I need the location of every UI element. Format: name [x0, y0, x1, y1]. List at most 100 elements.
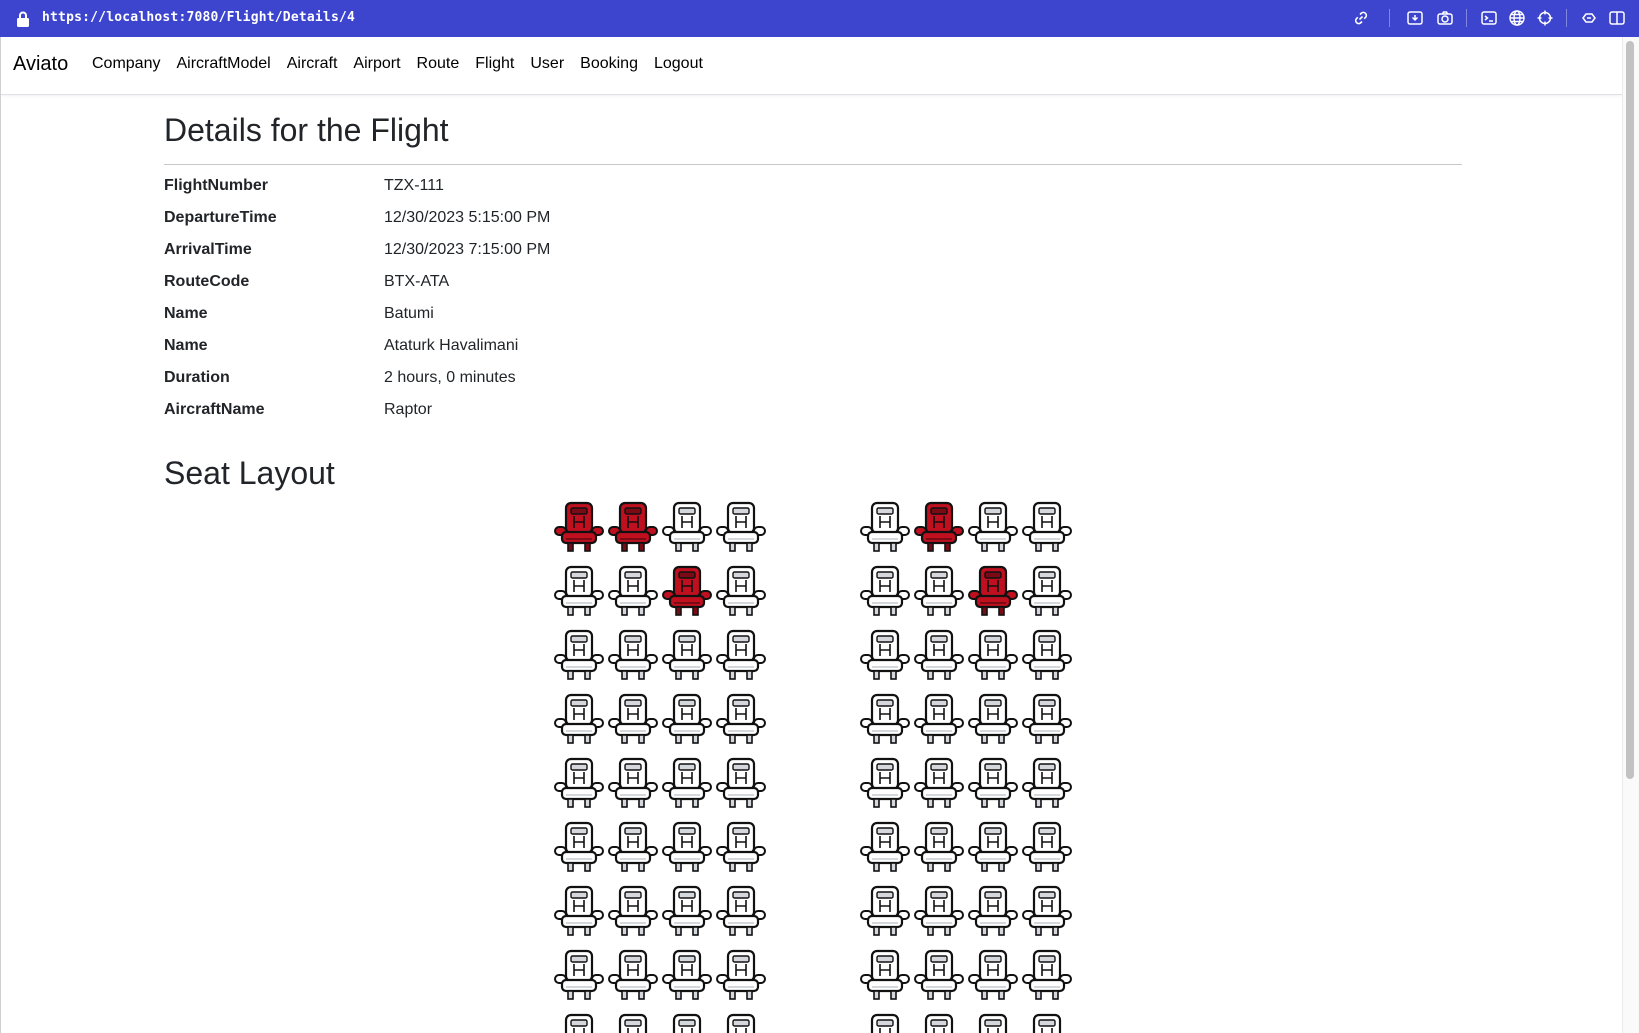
nav-link-user[interactable]: User [530, 55, 564, 73]
available-seat-icon[interactable] [607, 1013, 659, 1033]
available-seat-icon[interactable] [913, 1013, 965, 1033]
available-seat-icon[interactable] [859, 629, 911, 681]
occupied-seat-icon[interactable] [607, 501, 659, 553]
available-seat-icon[interactable] [913, 693, 965, 745]
available-seat-icon[interactable] [967, 1013, 1019, 1033]
available-seat-icon[interactable] [715, 885, 767, 937]
globe-icon[interactable] [1508, 9, 1526, 27]
available-seat-icon[interactable] [1021, 565, 1073, 617]
available-seat-icon[interactable] [715, 565, 767, 617]
available-seat-icon[interactable] [967, 693, 1019, 745]
scrollbar-thumb[interactable] [1626, 41, 1634, 779]
available-seat-icon[interactable] [715, 757, 767, 809]
available-seat-icon[interactable] [913, 757, 965, 809]
available-seat-icon[interactable] [553, 821, 605, 873]
available-seat-icon[interactable] [967, 821, 1019, 873]
available-seat-icon[interactable] [553, 693, 605, 745]
available-seat-icon[interactable] [1021, 1013, 1073, 1033]
nav-links: Company AircraftModel Aircraft Airport R… [92, 55, 719, 73]
terminal-icon[interactable] [1480, 9, 1498, 27]
detail-label: ArrivalTime [164, 241, 252, 258]
occupied-seat-icon[interactable] [661, 565, 713, 617]
available-seat-icon[interactable] [661, 821, 713, 873]
available-seat-icon[interactable] [661, 949, 713, 1001]
available-seat-icon[interactable] [1021, 501, 1073, 553]
sidebar-icon[interactable] [1608, 9, 1626, 27]
nav-link-aircraft[interactable]: Aircraft [287, 55, 338, 73]
available-seat-icon[interactable] [553, 1013, 605, 1033]
available-seat-icon[interactable] [859, 1013, 911, 1033]
address-bar-url[interactable]: https://localhost:7080/Flight/Details/4 [42, 10, 355, 25]
available-seat-icon[interactable] [1021, 757, 1073, 809]
nav-link-airport[interactable]: Airport [353, 55, 400, 73]
extensions-icon[interactable] [1580, 9, 1598, 27]
occupied-seat-icon[interactable] [967, 565, 1019, 617]
available-seat-icon[interactable] [967, 757, 1019, 809]
download-icon[interactable] [1406, 9, 1424, 27]
available-seat-icon[interactable] [859, 885, 911, 937]
available-seat-icon[interactable] [913, 629, 965, 681]
available-seat-icon[interactable] [859, 501, 911, 553]
available-seat-icon[interactable] [1021, 821, 1073, 873]
available-seat-icon[interactable] [607, 821, 659, 873]
available-seat-icon[interactable] [607, 693, 659, 745]
available-seat-icon[interactable] [661, 693, 713, 745]
crosshair-icon[interactable] [1536, 9, 1554, 27]
available-seat-icon[interactable] [859, 821, 911, 873]
available-seat-icon[interactable] [967, 885, 1019, 937]
available-seat-icon[interactable] [715, 1013, 767, 1033]
detail-label: FlightNumber [164, 177, 268, 194]
available-seat-icon[interactable] [967, 949, 1019, 1001]
available-seat-icon[interactable] [607, 949, 659, 1001]
nav-link-route[interactable]: Route [417, 55, 460, 73]
available-seat-icon[interactable] [859, 565, 911, 617]
browser-toolbar: https://localhost:7080/Flight/Details/4 [0, 0, 1639, 37]
available-seat-icon[interactable] [913, 821, 965, 873]
available-seat-icon[interactable] [859, 949, 911, 1001]
available-seat-icon[interactable] [859, 757, 911, 809]
occupied-seat-icon[interactable] [553, 501, 605, 553]
detail-label: DepartureTime [164, 209, 277, 226]
available-seat-icon[interactable] [661, 885, 713, 937]
available-seat-icon[interactable] [607, 629, 659, 681]
available-seat-icon[interactable] [967, 629, 1019, 681]
available-seat-icon[interactable] [607, 757, 659, 809]
link-icon[interactable] [1352, 9, 1370, 27]
camera-icon[interactable] [1436, 9, 1454, 27]
available-seat-icon[interactable] [553, 757, 605, 809]
available-seat-icon[interactable] [859, 693, 911, 745]
occupied-seat-icon[interactable] [913, 501, 965, 553]
toolbar-divider [1389, 9, 1390, 27]
available-seat-icon[interactable] [967, 501, 1019, 553]
brand-link[interactable]: Aviato [13, 53, 68, 76]
available-seat-icon[interactable] [715, 629, 767, 681]
available-seat-icon[interactable] [715, 821, 767, 873]
available-seat-icon[interactable] [661, 1013, 713, 1033]
available-seat-icon[interactable] [1021, 629, 1073, 681]
available-seat-icon[interactable] [913, 565, 965, 617]
available-seat-icon[interactable] [553, 629, 605, 681]
divider [164, 164, 1462, 165]
available-seat-icon[interactable] [913, 885, 965, 937]
available-seat-icon[interactable] [1021, 885, 1073, 937]
available-seat-icon[interactable] [607, 885, 659, 937]
nav-link-company[interactable]: Company [92, 55, 160, 73]
available-seat-icon[interactable] [913, 949, 965, 1001]
available-seat-icon[interactable] [607, 565, 659, 617]
nav-link-aircraft-model[interactable]: AircraftModel [176, 55, 270, 73]
available-seat-icon[interactable] [661, 501, 713, 553]
available-seat-icon[interactable] [661, 629, 713, 681]
available-seat-icon[interactable] [1021, 693, 1073, 745]
available-seat-icon[interactable] [1021, 949, 1073, 1001]
toolbar-divider [1466, 9, 1467, 27]
available-seat-icon[interactable] [553, 885, 605, 937]
available-seat-icon[interactable] [715, 949, 767, 1001]
nav-link-flight[interactable]: Flight [475, 55, 514, 73]
available-seat-icon[interactable] [553, 949, 605, 1001]
available-seat-icon[interactable] [715, 501, 767, 553]
available-seat-icon[interactable] [661, 757, 713, 809]
available-seat-icon[interactable] [553, 565, 605, 617]
available-seat-icon[interactable] [715, 693, 767, 745]
nav-link-logout[interactable]: Logout [654, 55, 703, 73]
nav-link-booking[interactable]: Booking [580, 55, 638, 73]
